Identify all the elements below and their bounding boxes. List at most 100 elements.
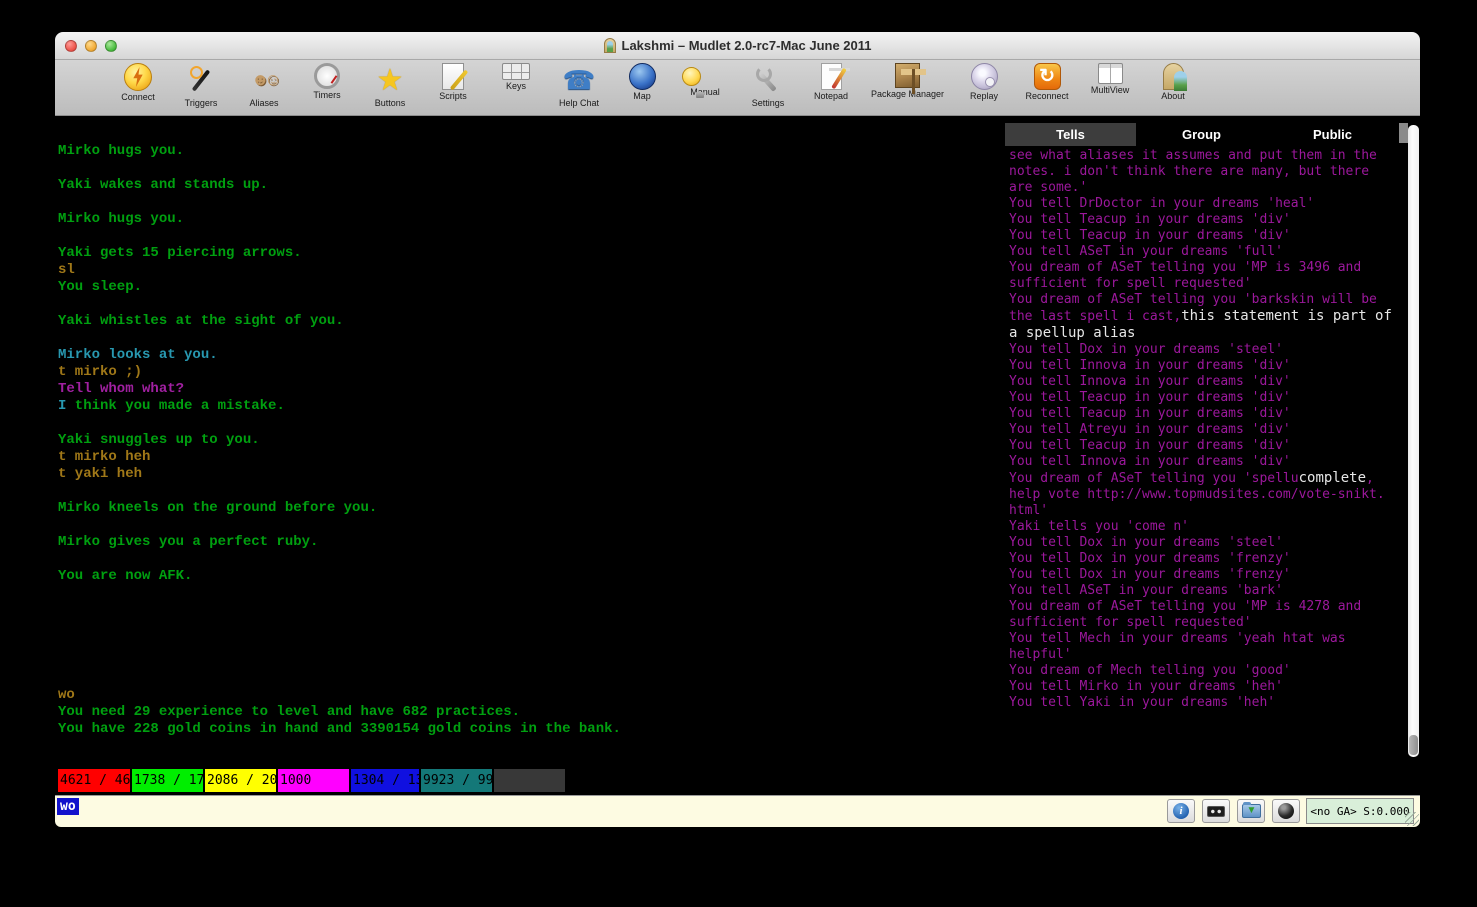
help-chat-icon [562, 63, 596, 97]
info-button[interactable] [1167, 799, 1195, 823]
minimize-button[interactable] [85, 40, 97, 52]
toolbar-item-scripts[interactable]: Scripts [430, 63, 476, 101]
package-manager-icon [895, 63, 920, 88]
console-line: You tell ASeT in your dreams 'full' [1009, 244, 1406, 260]
toolbar-item-help-chat[interactable]: Help Chat [556, 63, 602, 108]
console-line [58, 330, 1005, 347]
console-line: You have 228 gold coins in hand and 3390… [58, 721, 1005, 738]
toolbar-item-notepad[interactable]: Notepad [808, 63, 854, 101]
toolbar-item-timers[interactable]: Timers [304, 63, 350, 100]
scripts-icon [442, 63, 464, 90]
toolbar-item-buttons[interactable]: Buttons [367, 63, 413, 108]
gauge [494, 769, 565, 792]
chat-scrollbar[interactable] [1408, 125, 1419, 757]
chat-console[interactable]: see what aliases it assumes and put them… [1009, 148, 1406, 767]
toolbar-item-connect[interactable]: Connect [115, 63, 161, 102]
toolbar-item-label: MultiView [1091, 85, 1129, 95]
console-line [58, 160, 1005, 177]
toolbar-item-label: Timers [313, 90, 340, 100]
console-line [58, 619, 1005, 636]
console-line [58, 517, 1005, 534]
console-line: You tell Atreyu in your dreams 'div' [1009, 422, 1406, 438]
console-line [58, 636, 1005, 653]
toolbar-item-aliases[interactable]: Aliases [241, 63, 287, 108]
console-line [58, 228, 1005, 245]
gauge-bar: 4621 / 46211738 / 17382086 / 20861000130… [55, 767, 1420, 795]
console-line: You tell ASeT in your dreams 'bark' [1009, 583, 1406, 599]
window-title: Lakshmi – Mudlet 2.0-rc7-Mac June 2011 [604, 38, 872, 53]
toolbar-item-label: Replay [970, 91, 998, 101]
command-input[interactable]: wo [57, 798, 79, 815]
bomb-icon [1278, 803, 1294, 819]
input-row[interactable]: wo <no GA> S:0.000 [55, 795, 1420, 827]
console-line: a spellup alias [1009, 325, 1406, 342]
toolbar-item-settings[interactable]: Settings [745, 63, 791, 108]
settings-icon [751, 63, 785, 97]
console-line: You tell Dox in your dreams 'frenzy' [1009, 551, 1406, 567]
console-line [58, 585, 1005, 602]
console-line: wo [58, 687, 1005, 704]
console-line: are some.' [1009, 180, 1406, 196]
scrollbar-thumb[interactable] [1409, 735, 1418, 755]
tab-public[interactable]: Public [1267, 123, 1398, 146]
tab-tells[interactable]: Tells [1005, 123, 1136, 146]
console-line: t mirko heh [58, 449, 1005, 466]
zoom-button[interactable] [105, 40, 117, 52]
about-icon [1163, 63, 1184, 90]
resize-grip[interactable] [1405, 812, 1419, 826]
console-line [58, 483, 1005, 500]
console-line: You dream of Mech telling you 'good' [1009, 663, 1406, 679]
toolbar-item-label: Aliases [249, 98, 278, 108]
triggers-icon [184, 63, 218, 97]
console-line: Yaki snuggles up to you. [58, 432, 1005, 449]
toolbar: Connect Triggers Aliases Timers Buttons Scrip… [55, 60, 1420, 116]
toolbar-item-map[interactable]: Map [619, 63, 665, 101]
title-bar[interactable]: Lakshmi – Mudlet 2.0-rc7-Mac June 2011 [55, 32, 1420, 60]
console-line [58, 415, 1005, 432]
console-line: You tell Dox in your dreams 'steel' [1009, 535, 1406, 551]
console-line: You tell Teacup in your dreams 'div' [1009, 212, 1406, 228]
console-line: html' [1009, 503, 1406, 519]
gauge: 1000 [278, 769, 349, 792]
main-console[interactable]: Mirko hugs you. Yaki wakes and stands up… [55, 117, 1005, 767]
toolbar-item-about[interactable]: About [1150, 63, 1196, 101]
toolbar-item-label: Connect [121, 92, 155, 102]
console-line: t mirko ;) [58, 364, 1005, 381]
console-line [58, 194, 1005, 211]
console-line: You tell Mirko in your dreams 'heh' [1009, 679, 1406, 695]
toolbar-item-triggers[interactable]: Triggers [178, 63, 224, 108]
toolbar-item-manual[interactable]: Manual [682, 63, 728, 97]
keypad-icon [1207, 806, 1225, 817]
toolbar-item-label: Keys [506, 81, 526, 91]
keys-icon [502, 63, 530, 80]
folder-download-button[interactable] [1237, 799, 1265, 823]
tab-group[interactable]: Group [1136, 123, 1267, 146]
toolbar-item-package-manager[interactable]: Package Manager [871, 63, 944, 99]
replay-icon [971, 63, 998, 90]
console-line: Mirko gives you a perfect ruby. [58, 534, 1005, 551]
toolbar-item-keys[interactable]: Keys [493, 63, 539, 91]
console-line: Mirko kneels on the ground before you. [58, 500, 1005, 517]
bomb-button[interactable] [1272, 799, 1300, 823]
multiview-icon [1098, 63, 1123, 84]
toolbar-item-label: Scripts [439, 91, 467, 101]
console-line: You tell Innova in your dreams 'div' [1009, 358, 1406, 374]
close-button[interactable] [65, 40, 77, 52]
mudlet-window: Lakshmi – Mudlet 2.0-rc7-Mac June 2011 C… [55, 32, 1420, 827]
console-line: t yaki heh [58, 466, 1005, 483]
console-area: Mirko hugs you. Yaki wakes and stands up… [55, 117, 1420, 767]
keypad-button[interactable] [1202, 799, 1230, 823]
timers-icon [314, 63, 340, 89]
toolbar-item-reconnect[interactable]: Reconnect [1024, 63, 1070, 101]
console-line: the last spell i cast,this statement is … [1009, 308, 1406, 325]
chat-tabs: TellsGroupPublic [1005, 123, 1398, 146]
toolbar-item-replay[interactable]: Replay [961, 63, 1007, 101]
toolbar-item-label: Map [633, 91, 651, 101]
console-line: You sleep. [58, 279, 1005, 296]
toolbar-item-label: Triggers [185, 98, 218, 108]
toolbar-item-multiview[interactable]: MultiView [1087, 63, 1133, 95]
console-line: You tell Teacup in your dreams 'div' [1009, 406, 1406, 422]
console-line: help vote http://www.topmudsites.com/vot… [1009, 487, 1406, 503]
console-line: You tell Dox in your dreams 'steel' [1009, 342, 1406, 358]
console-line [58, 602, 1005, 619]
